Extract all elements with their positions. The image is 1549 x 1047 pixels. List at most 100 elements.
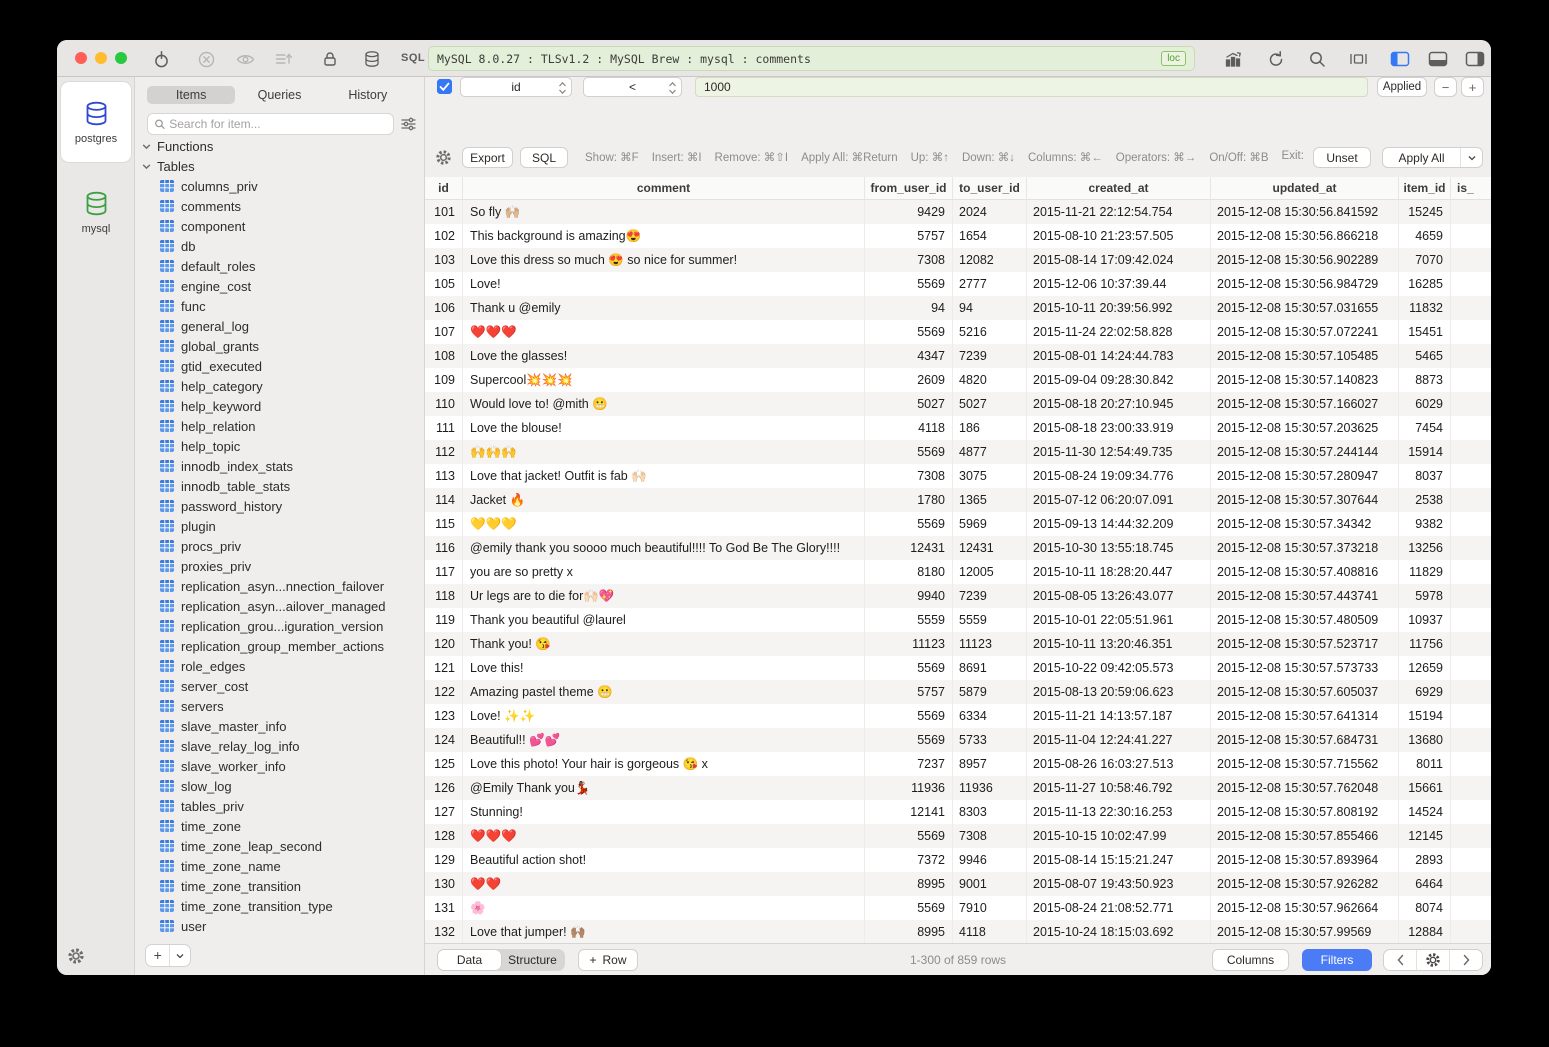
table-row[interactable]: 114 Jacket 🔥 1780 1365 2015-07-12 06:20:… bbox=[425, 488, 1491, 512]
cell-updated-at[interactable]: 2015-12-08 15:30:57.641314 bbox=[1211, 704, 1399, 728]
cell-id[interactable]: 125 bbox=[425, 752, 463, 776]
cell-to-user-id[interactable]: 2777 bbox=[953, 272, 1027, 296]
sidebar-table-item[interactable]: innodb_table_stats bbox=[135, 476, 424, 496]
cell-is[interactable] bbox=[1451, 848, 1491, 872]
cell-is[interactable] bbox=[1451, 464, 1491, 488]
cell-id[interactable]: 130 bbox=[425, 872, 463, 896]
cell-created-at[interactable]: 2015-12-06 10:37:39.44 bbox=[1027, 272, 1211, 296]
cell-to-user-id[interactable]: 1654 bbox=[953, 224, 1027, 248]
cell-updated-at[interactable]: 2015-12-08 15:30:57.573733 bbox=[1211, 656, 1399, 680]
cell-created-at[interactable]: 2015-08-24 19:09:34.776 bbox=[1027, 464, 1211, 488]
cell-from-user-id[interactable]: 5569 bbox=[865, 824, 953, 848]
cell-created-at[interactable]: 2015-11-13 22:30:16.253 bbox=[1027, 800, 1211, 824]
cell-created-at[interactable]: 2015-09-13 14:44:32.209 bbox=[1027, 512, 1211, 536]
cell-comment[interactable]: Stunning! bbox=[463, 800, 865, 824]
cell-to-user-id[interactable]: 8303 bbox=[953, 800, 1027, 824]
cell-created-at[interactable]: 2015-10-22 09:42:05.573 bbox=[1027, 656, 1211, 680]
sidebar-table-item[interactable]: columns_priv bbox=[135, 176, 424, 196]
cell-updated-at[interactable]: 2015-12-08 15:30:56.841592 bbox=[1211, 200, 1399, 224]
cell-comment[interactable]: Jacket 🔥 bbox=[463, 488, 865, 512]
chevron-down-icon[interactable] bbox=[170, 951, 190, 961]
cell-comment[interactable]: Thank you beautiful @laurel bbox=[463, 608, 865, 632]
cell-comment[interactable]: Love! ✨✨ bbox=[463, 704, 865, 728]
table-row[interactable]: 117 you are so pretty x 8180 12005 2015-… bbox=[425, 560, 1491, 584]
table-row[interactable]: 109 Supercool💥💥💥 2609 4820 2015-09-04 09… bbox=[425, 368, 1491, 392]
table-row[interactable]: 106 Thank u @emily 94 94 2015-10-11 20:3… bbox=[425, 296, 1491, 320]
table-row[interactable]: 112 🙌🙌🙌 5569 4877 2015-11-30 12:54:49.73… bbox=[425, 440, 1491, 464]
cell-id[interactable]: 124 bbox=[425, 728, 463, 752]
cell-item-id[interactable]: 15914 bbox=[1399, 440, 1451, 464]
table-row[interactable]: 101 So fly 🙌🏼 9429 2024 2015-11-21 22:12… bbox=[425, 200, 1491, 224]
cell-is[interactable] bbox=[1451, 752, 1491, 776]
next-page-button[interactable] bbox=[1449, 950, 1482, 970]
cell-is[interactable] bbox=[1451, 200, 1491, 224]
search-input[interactable] bbox=[169, 117, 387, 131]
connection-icon[interactable] bbox=[151, 49, 171, 69]
cell-id[interactable]: 120 bbox=[425, 632, 463, 656]
preview-eye-icon[interactable] bbox=[235, 49, 255, 69]
cell-comment[interactable]: Amazing pastel theme 😬 bbox=[463, 680, 865, 704]
cell-comment[interactable]: you are so pretty x bbox=[463, 560, 865, 584]
cell-is[interactable] bbox=[1451, 920, 1491, 943]
cell-from-user-id[interactable]: 7237 bbox=[865, 752, 953, 776]
cell-to-user-id[interactable]: 4820 bbox=[953, 368, 1027, 392]
cell-id[interactable]: 126 bbox=[425, 776, 463, 800]
commit-log-icon[interactable] bbox=[273, 49, 293, 69]
cell-item-id[interactable]: 13680 bbox=[1399, 728, 1451, 752]
table-row[interactable]: 120 Thank you! 😘 11123 11123 2015-10-11 … bbox=[425, 632, 1491, 656]
cell-id[interactable]: 110 bbox=[425, 392, 463, 416]
cell-created-at[interactable]: 2015-10-24 18:15:03.692 bbox=[1027, 920, 1211, 943]
cell-comment[interactable]: ❤️❤️❤️ bbox=[463, 824, 865, 848]
lock-icon[interactable] bbox=[320, 49, 340, 69]
sidebar-table-item[interactable]: help_relation bbox=[135, 416, 424, 436]
sidebar-table-item[interactable]: user bbox=[135, 916, 424, 936]
cell-id[interactable]: 101 bbox=[425, 200, 463, 224]
cell-created-at[interactable]: 2015-08-13 20:59:06.623 bbox=[1027, 680, 1211, 704]
cell-item-id[interactable]: 14524 bbox=[1399, 800, 1451, 824]
cell-is[interactable] bbox=[1451, 368, 1491, 392]
chevron-down-icon[interactable] bbox=[1460, 148, 1482, 167]
cell-comment[interactable]: Love this photo! Your hair is gorgeous 😘… bbox=[463, 752, 865, 776]
cell-from-user-id[interactable]: 9429 bbox=[865, 200, 953, 224]
column-header-updated-at[interactable]: updated_at bbox=[1211, 177, 1399, 199]
item-search-field[interactable] bbox=[147, 113, 394, 135]
cell-from-user-id[interactable]: 7372 bbox=[865, 848, 953, 872]
cell-id[interactable]: 116 bbox=[425, 536, 463, 560]
sidebar-table-item[interactable]: innodb_index_stats bbox=[135, 456, 424, 476]
cell-updated-at[interactable]: 2015-12-08 15:30:57.166027 bbox=[1211, 392, 1399, 416]
sidebar-table-item[interactable]: gtid_executed bbox=[135, 356, 424, 376]
table-row[interactable]: 129 Beautiful action shot! 7372 9946 201… bbox=[425, 848, 1491, 872]
cell-updated-at[interactable]: 2015-12-08 15:30:57.855466 bbox=[1211, 824, 1399, 848]
cell-from-user-id[interactable]: 5569 bbox=[865, 656, 953, 680]
cell-id[interactable]: 122 bbox=[425, 680, 463, 704]
cell-comment[interactable]: Love this! bbox=[463, 656, 865, 680]
sidebar-table-item[interactable]: general_log bbox=[135, 316, 424, 336]
filter-options-icon[interactable] bbox=[401, 117, 416, 131]
plus-icon[interactable]: + bbox=[146, 945, 170, 966]
table-row[interactable]: 125 Love this photo! Your hair is gorgeo… bbox=[425, 752, 1491, 776]
cell-created-at[interactable]: 2015-08-14 17:09:42.024 bbox=[1027, 248, 1211, 272]
sidebar-table-item[interactable]: role_edges bbox=[135, 656, 424, 676]
sidebar-table-item[interactable]: component bbox=[135, 216, 424, 236]
cell-created-at[interactable]: 2015-10-11 13:20:46.351 bbox=[1027, 632, 1211, 656]
cell-created-at[interactable]: 2015-10-01 22:05:51.961 bbox=[1027, 608, 1211, 632]
cell-comment[interactable]: Love that jacket! Outfit is fab 🙌🏻 bbox=[463, 464, 865, 488]
cell-to-user-id[interactable]: 186 bbox=[953, 416, 1027, 440]
cell-id[interactable]: 118 bbox=[425, 584, 463, 608]
cell-is[interactable] bbox=[1451, 536, 1491, 560]
sidebar-table-item[interactable]: replication_asyn...ailover_managed bbox=[135, 596, 424, 616]
cell-to-user-id[interactable]: 5027 bbox=[953, 392, 1027, 416]
filter-applied-button[interactable]: Applied bbox=[1377, 77, 1427, 97]
cell-updated-at[interactable]: 2015-12-08 15:30:57.244144 bbox=[1211, 440, 1399, 464]
cell-comment[interactable]: @emily thank you soooo much beautiful!!!… bbox=[463, 536, 865, 560]
cell-item-id[interactable]: 2893 bbox=[1399, 848, 1451, 872]
cell-updated-at[interactable]: 2015-12-08 15:30:57.480509 bbox=[1211, 608, 1399, 632]
cell-id[interactable]: 106 bbox=[425, 296, 463, 320]
cell-created-at[interactable]: 2015-11-24 22:02:58.828 bbox=[1027, 320, 1211, 344]
sql-button[interactable]: SQL bbox=[520, 147, 568, 168]
cell-id[interactable]: 103 bbox=[425, 248, 463, 272]
connection-mysql[interactable]: mysql bbox=[61, 172, 131, 252]
cell-is[interactable] bbox=[1451, 392, 1491, 416]
filter-field-select[interactable]: id bbox=[460, 77, 572, 97]
cell-id[interactable]: 117 bbox=[425, 560, 463, 584]
